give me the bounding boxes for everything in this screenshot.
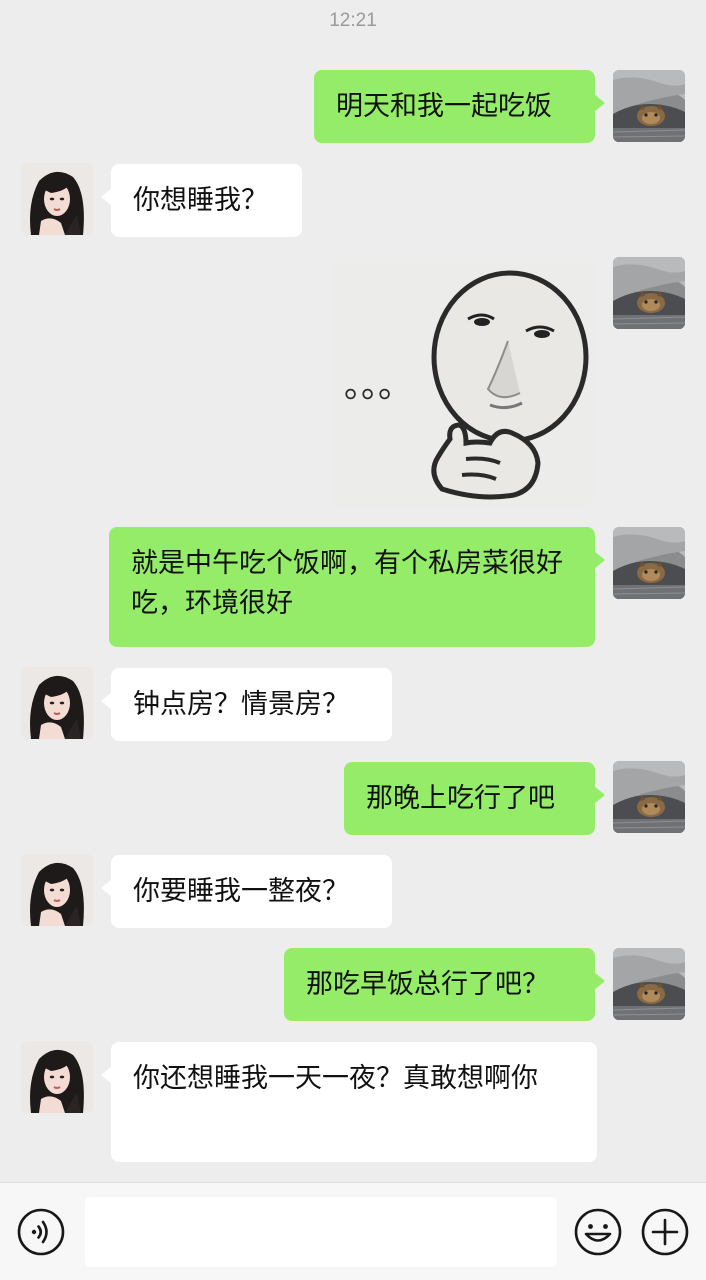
chat-input-bar — [0, 1182, 706, 1280]
plus-icon[interactable] — [640, 1207, 690, 1257]
self-avatar[interactable] — [613, 527, 685, 599]
contact-avatar[interactable] — [21, 163, 93, 235]
contact-avatar[interactable] — [21, 667, 93, 739]
received-message-bubble[interactable]: 你还想睡我一天一夜？真敢想啊你 — [101, 1042, 597, 1162]
received-message-bubble[interactable]: 你要睡我一整夜？ — [101, 855, 392, 928]
received-message-bubble[interactable]: 你想睡我？ — [101, 164, 302, 237]
emoji-icon[interactable] — [573, 1207, 623, 1257]
self-avatar[interactable] — [613, 948, 685, 1020]
sticker-ellipsis-text: 。。。 — [344, 366, 412, 406]
message-timestamp: 12:21 — [329, 10, 377, 31]
contact-avatar[interactable] — [21, 854, 93, 926]
received-message-bubble[interactable]: 钟点房？情景房？ — [101, 668, 392, 741]
sent-message-bubble[interactable]: 明天和我一起吃饭 — [314, 70, 605, 143]
sent-message-bubble[interactable]: 那晚上吃行了吧 — [344, 762, 605, 835]
message-input[interactable] — [85, 1197, 557, 1267]
sent-message-bubble[interactable]: 就是中午吃个饭啊，有个私房菜很好吃，环境很好 — [109, 527, 605, 647]
sent-message-bubble[interactable]: 那吃早饭总行了吧？ — [284, 948, 605, 1021]
self-avatar[interactable] — [613, 70, 685, 142]
thinking-face-sticker[interactable]: 。。。 — [330, 257, 594, 507]
voice-icon[interactable] — [16, 1207, 66, 1257]
contact-avatar[interactable] — [21, 1041, 93, 1113]
self-avatar[interactable] — [613, 761, 685, 833]
self-avatar[interactable] — [613, 257, 685, 329]
